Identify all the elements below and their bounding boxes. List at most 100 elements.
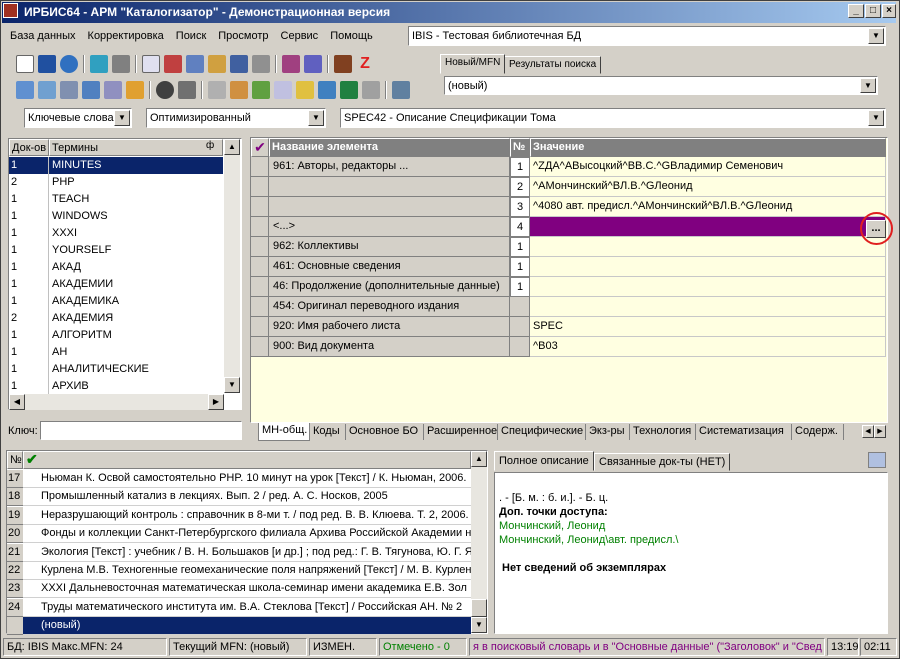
description-link-1[interactable]: Мончинский, Леонид [499,519,605,533]
editor-row-marker[interactable] [251,197,269,217]
archive-icon[interactable] [178,81,196,99]
editor-row-value[interactable]: ^AМончинский^BЛ.В.^GЛеонид [530,177,886,197]
search-mode-select[interactable]: Ключевые слова ▼ [24,108,132,128]
dict-row-count[interactable]: 1 [9,327,49,344]
editor-tab[interactable]: Основное БО [346,424,424,440]
editor-row-no[interactable] [510,297,530,317]
comment-icon[interactable] [16,81,34,99]
editor-tab[interactable]: Содерж. [792,424,844,440]
chevron-down-icon[interactable]: ▼ [868,28,884,44]
editor-row-name[interactable]: 46: Продолжение (дополнительные данные) [269,277,510,297]
arrow-right-icon[interactable] [112,55,130,73]
records-check-icon[interactable]: ✔ [23,451,471,469]
export-description-icon[interactable] [868,452,886,468]
chevron-down-icon[interactable]: ▼ [868,110,884,126]
editor-tab[interactable]: Технология [630,424,696,440]
import-icon[interactable] [282,55,300,73]
dict-row-term[interactable]: АКАДЕМИКА [49,293,223,310]
editor-row-no[interactable]: 1 [510,257,530,277]
dict-row-term[interactable]: АНАЛИТИЧЕСКИЕ [49,361,223,378]
settings-icon[interactable] [362,81,380,99]
editor-row-no[interactable] [510,337,530,357]
folder-icon[interactable] [126,81,144,99]
dict-row-term[interactable]: TEACH [49,191,223,208]
grid-icon[interactable] [164,55,182,73]
dict-row-count[interactable]: 1 [9,361,49,378]
record-row-number[interactable]: 24 [7,598,23,617]
mail-icon[interactable] [60,81,78,99]
record-row-number[interactable]: 23 [7,580,23,599]
export-icon[interactable] [304,55,322,73]
record-row[interactable]: Ньюман К. Освой самостоятельно PHP. 10 м… [23,470,471,488]
editor-row-name[interactable] [269,177,510,197]
record-row[interactable]: Промышленный катализ в лекциях. Вып. 2 /… [23,488,471,507]
dict-header-count[interactable]: Док-ов [9,139,49,156]
new-record-icon[interactable] [16,55,34,73]
dict-row-count[interactable]: 2 [9,310,49,327]
dict-horizontal-scrollbar[interactable]: ◀ ▶ [9,394,224,410]
output-icon[interactable] [252,81,270,99]
dict-row-term[interactable]: АН [49,344,223,361]
editor-row-marker[interactable] [251,237,269,257]
global-search-icon[interactable] [82,81,100,99]
editor-row-marker[interactable] [251,177,269,197]
dict-row-term[interactable]: АКАД [49,259,223,276]
editor-header-value[interactable]: Значение [530,138,886,157]
editor-tab[interactable]: МН-общ. [258,423,310,441]
dict-row-term[interactable]: АРХИВ [49,378,223,395]
record-row[interactable]: Труды математического института им. В.А.… [23,599,471,617]
report-icon[interactable] [230,81,248,99]
dict-row-term[interactable]: MINUTES [49,157,223,174]
editor-row-value[interactable] [530,217,886,237]
editor-row-no[interactable]: 1 [510,277,530,297]
editor-row-value[interactable] [530,257,886,277]
load-icon[interactable] [296,81,314,99]
editor-header-no[interactable]: № [510,138,530,157]
editor-row-value[interactable]: ^ZДА^AВысоцкий^BВ.С.^GВладимир Семенович [530,157,886,177]
tab-full-description[interactable]: Полное описание [494,451,594,471]
record-row-number[interactable]: 18 [7,488,23,507]
editor-row-name[interactable]: 461: Основные сведения [269,257,510,277]
documents-icon[interactable] [274,81,292,99]
chart-icon[interactable] [318,81,336,99]
dict-row-count[interactable]: 1 [9,157,49,174]
search-icon[interactable] [38,81,56,99]
dict-row-term[interactable]: PHP [49,174,223,191]
scroll-down-icon[interactable]: ▼ [471,617,487,633]
menu-edit[interactable]: Корректировка [82,27,170,47]
dict-row-count[interactable]: 1 [9,191,49,208]
delete-icon[interactable] [252,55,270,73]
editor-row-value[interactable]: ^B03 [530,337,886,357]
editor-row-no[interactable]: 4 [510,217,530,237]
record-row[interactable]: Неразрушающий контроль : справочник в 8-… [23,507,471,525]
dict-row-term[interactable]: АКАДЕМИИ [49,276,223,293]
editor-row-name[interactable] [269,197,510,217]
editor-row-marker[interactable] [251,337,269,357]
editor-row-name[interactable]: 962: Коллективы [269,237,510,257]
dict-row-count[interactable]: 1 [9,259,49,276]
editor-header-name[interactable]: Название элемента [269,138,510,157]
copy-icon[interactable] [142,55,160,73]
chevron-down-icon[interactable]: ▼ [114,110,130,126]
scroll-up-icon[interactable]: ▲ [471,451,487,467]
record-row-number[interactable]: 22 [7,562,23,580]
editor-row-value[interactable]: ^4080 авт. предисл.^AМончинский^BЛ.В.^GЛ… [530,197,886,217]
dict-row-count[interactable]: 1 [9,242,49,259]
editor-row-marker[interactable] [251,157,269,177]
editor-row-value[interactable] [530,237,886,257]
z3950-icon[interactable]: Z [356,55,374,73]
app-icon[interactable] [3,3,18,18]
dict-row-count[interactable]: 1 [9,208,49,225]
editor-row-no[interactable]: 2 [510,177,530,197]
help-icon[interactable] [392,81,410,99]
editor-row-name[interactable]: <...> [269,217,510,237]
database-select[interactable]: IBIS - Тестовая библиотечная БД ▼ [408,26,886,46]
editor-row-no[interactable]: 1 [510,237,530,257]
dict-row-count[interactable]: 2 [9,174,49,191]
editor-row-value[interactable] [530,277,886,297]
records-vertical-scrollbar[interactable]: ▲ ▼ [471,451,487,633]
dict-row-term[interactable]: YOURSELF [49,242,223,259]
tab-new-mfn[interactable]: Новый/MFN [440,54,506,74]
dict-row-count[interactable]: 1 [9,225,49,242]
editor-row-marker[interactable] [251,217,269,237]
